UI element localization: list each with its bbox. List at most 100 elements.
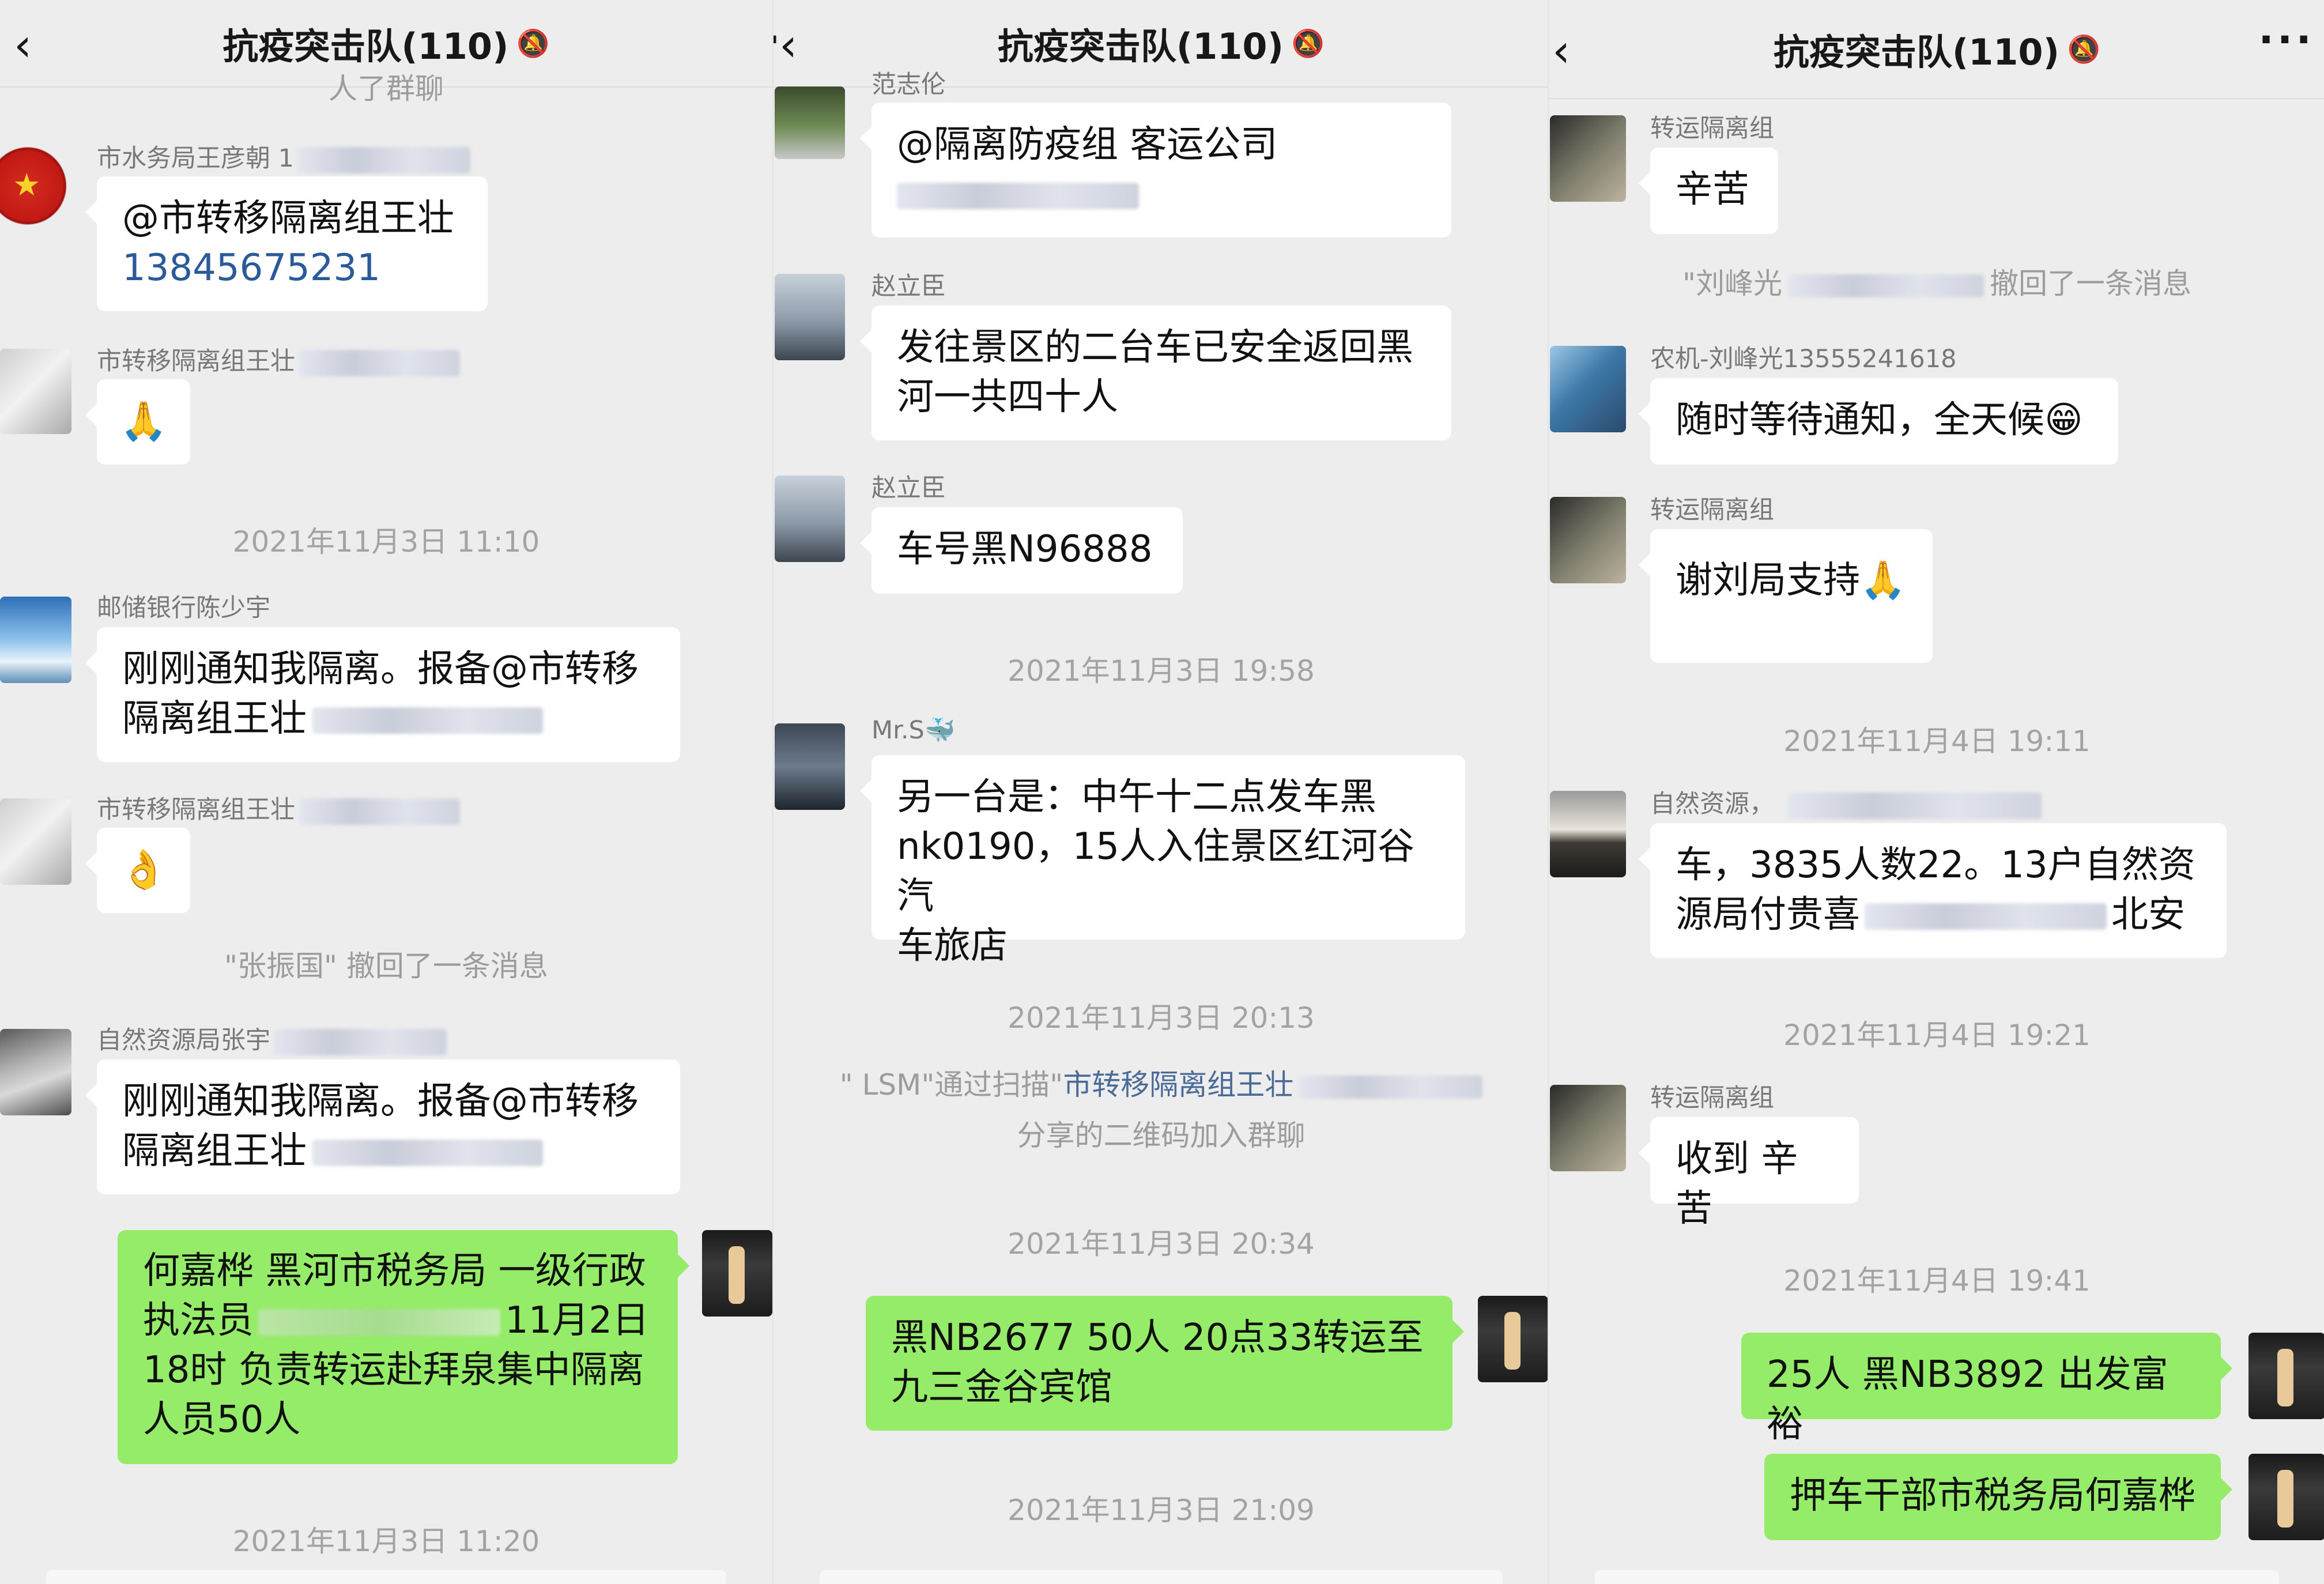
- timestamp: 2021年11月4日 19:41: [1783, 1264, 2091, 1298]
- timestamp: 2021年11月3日 11:20: [232, 1525, 540, 1558]
- my-message-bubble[interactable]: 黑NB2677 50人 20点33转运至 九三金谷宾馆: [866, 1296, 1464, 1431]
- message-bubble[interactable]: 另一台是：中午十二点发车黑 nk0190，15人入住景区红河谷汽 车旅店: [860, 755, 1465, 967]
- message-text: 谢刘局支持🙏: [1676, 559, 1906, 602]
- avatar[interactable]: [0, 597, 71, 683]
- message-text: 发往景区的二台车已安全返回黑: [897, 326, 1413, 369]
- chat-header: ‹ 抗疫突击队(110) 🔕 ···: [1549, 0, 2324, 99]
- back-arrow-icon[interactable]: ‹: [1552, 25, 1570, 77]
- system-text: "刘峰光: [1682, 267, 1782, 300]
- message-bubble[interactable]: 随时等待通知，全天候😁: [1639, 378, 2118, 465]
- system-text: " LSM"通过扫描": [839, 1068, 1063, 1102]
- message-text: 河一共四十人: [897, 376, 1118, 418]
- group-member-link[interactable]: 市转移隔离组王壮: [1063, 1068, 1293, 1102]
- message-text: 25人 黑NB3892 出发富裕: [1767, 1353, 2168, 1446]
- message-bubble[interactable]: 🙏: [85, 379, 190, 465]
- message-text: 另一台是：中午十二点发车黑: [897, 776, 1376, 819]
- avatar[interactable]: [1550, 497, 1626, 583]
- timestamp: 2021年11月4日 19:11: [1783, 725, 2091, 758]
- avatar[interactable]: [1550, 791, 1626, 877]
- message-text: 黑NB2677 50人 20点33转运至: [891, 1317, 1424, 1359]
- chat-title: 抗疫突击队(110): [1773, 31, 2059, 73]
- sender-name: Mr.S🐳: [871, 716, 956, 745]
- my-avatar[interactable]: [1478, 1296, 1548, 1382]
- person-figure: [2277, 1349, 2293, 1406]
- message-bubble[interactable]: 车，3835人数22。13户自然资 源局付贵喜 北安: [1639, 823, 2227, 958]
- message-bubble[interactable]: 刚刚通知我隔离。报备@市转移 隔离组王壮: [85, 627, 680, 762]
- timestamp: 2021年11月3日 20:13: [1008, 1001, 1315, 1035]
- message-text: @隔离防疫组 客运公司: [897, 123, 1278, 166]
- message-text: 何嘉桦 黑河市税务局 一级行政: [143, 1250, 646, 1292]
- avatar[interactable]: [775, 274, 845, 360]
- message-text: 押车干部市税务局何嘉桦: [1790, 1474, 2195, 1517]
- sender-name: 赵立臣: [871, 272, 946, 301]
- message-text: nk0190，15人入住景区红河谷汽: [897, 825, 1414, 918]
- message-bubble[interactable]: 刚刚通知我隔离。报备@市转移 隔离组王壮: [85, 1059, 680, 1194]
- chat-panel-3: ‹ 抗疫突击队(110) 🔕 ··· 转运隔离组 辛苦 "刘峰光 撤回了一条消息 …: [1548, 0, 2324, 1584]
- my-avatar[interactable]: [2248, 1333, 2324, 1419]
- my-message-bubble[interactable]: 何嘉桦 黑河市税务局 一级行政 执法员 11月2日 18时 负责转运赴拜泉集中隔离…: [118, 1230, 689, 1464]
- message-text: 北安: [2111, 893, 2185, 936]
- chat-panel-1: ‹ 抗疫突击队(110) 🔕 人了群聊 ★ 市水务局王彦朝 1 @市转移隔离组王…: [0, 0, 772, 1584]
- sender-name: 转运隔离组: [1650, 114, 1774, 143]
- message-bubble[interactable]: 辛苦: [1639, 148, 1778, 234]
- sender-name: 自然资源，: [1650, 784, 2042, 820]
- person-figure: [1504, 1312, 1521, 1370]
- message-bubble[interactable]: 👌: [85, 828, 190, 913]
- system-notice: " LSM"通过扫描"市转移隔离组王壮 分享的二维码加入群聊: [797, 1059, 1526, 1161]
- message-text: 刚刚通知我隔离。报备@市转移: [122, 1080, 639, 1123]
- message-bubble[interactable]: @隔离防疫组 客运公司: [860, 103, 1451, 237]
- sender-name: 农机-刘峰光13555241618: [1650, 345, 1957, 374]
- message-text: 随时等待通知，全天候😁: [1676, 399, 2083, 442]
- timestamp: 2021年11月3日 20:34: [1008, 1227, 1315, 1261]
- avatar[interactable]: [0, 798, 71, 885]
- person-figure: [729, 1246, 745, 1304]
- avatar[interactable]: [1550, 115, 1626, 202]
- avatar[interactable]: [775, 723, 845, 810]
- timestamp: 2021年11月4日 19:21: [1783, 1019, 2091, 1052]
- message-bubble[interactable]: 车号黑N96888: [860, 507, 1183, 594]
- sender-name: 市转移隔离组王壮: [97, 790, 460, 825]
- message-text: 执法员: [143, 1299, 254, 1342]
- input-bar-edge[interactable]: [820, 1570, 1503, 1584]
- message-bubble[interactable]: @市转移隔离组王壮 13845675231: [85, 176, 488, 311]
- ok-hand-emoji-icon: 👌: [120, 847, 168, 892]
- my-avatar[interactable]: [2248, 1454, 2324, 1540]
- avatar[interactable]: ★: [0, 147, 69, 233]
- mute-bell-icon: 🔕: [516, 27, 550, 59]
- input-bar-edge[interactable]: [1595, 1570, 2279, 1584]
- avatar[interactable]: [1550, 346, 1626, 432]
- avatar[interactable]: [775, 86, 845, 159]
- message-bubble[interactable]: 收到 辛苦: [1639, 1117, 1859, 1230]
- sender-name: 赵立臣: [871, 474, 946, 503]
- avatar[interactable]: [0, 1029, 71, 1115]
- more-dots-icon[interactable]: ···: [774, 16, 784, 63]
- message-text: 车旅店: [897, 925, 1008, 967]
- avatar[interactable]: [775, 476, 845, 562]
- sender-name: 自然资源局张宇: [97, 1020, 447, 1056]
- message-text: 人员50人: [143, 1398, 301, 1441]
- mute-bell-icon: 🔕: [1291, 27, 1325, 59]
- input-bar-edge[interactable]: [46, 1570, 726, 1584]
- avatar[interactable]: [1550, 1085, 1626, 1171]
- message-text: 源局付贵喜: [1676, 893, 1860, 936]
- my-message-bubble[interactable]: 25人 黑NB3892 出发富裕: [1741, 1333, 2232, 1446]
- more-dots-icon[interactable]: ···: [2258, 16, 2315, 63]
- message-text: 刚刚通知我隔离。报备@市转移: [122, 648, 639, 691]
- my-message-bubble[interactable]: 押车干部市税务局何嘉桦: [1764, 1454, 2232, 1540]
- phone-link[interactable]: 13845675231: [122, 243, 462, 293]
- system-text: 撤回了一条消息: [1990, 267, 2191, 300]
- avatar[interactable]: [0, 349, 71, 434]
- chat-title: 抗疫突击队(110): [997, 25, 1284, 67]
- timestamp: 2021年11月3日 11:10: [232, 525, 540, 559]
- message-text: 11月2日: [505, 1299, 650, 1342]
- sender-name: 市水务局王彦朝 1: [97, 138, 471, 174]
- my-avatar[interactable]: [702, 1230, 772, 1317]
- message-bubble[interactable]: 发往景区的二台车已安全返回黑 河一共四十人: [860, 306, 1451, 440]
- message-text: 收到 辛苦: [1676, 1138, 1798, 1230]
- message-text: @市转移隔离组王壮: [122, 197, 454, 240]
- person-figure: [2277, 1470, 2293, 1528]
- message-bubble[interactable]: 谢刘局支持🙏: [1639, 529, 1933, 663]
- system-notice: "刘峰光 撤回了一条消息: [1549, 258, 2324, 309]
- system-notice: "张振国" 撤回了一条消息: [224, 949, 548, 983]
- sender-name: 转运隔离组: [1650, 1084, 1774, 1112]
